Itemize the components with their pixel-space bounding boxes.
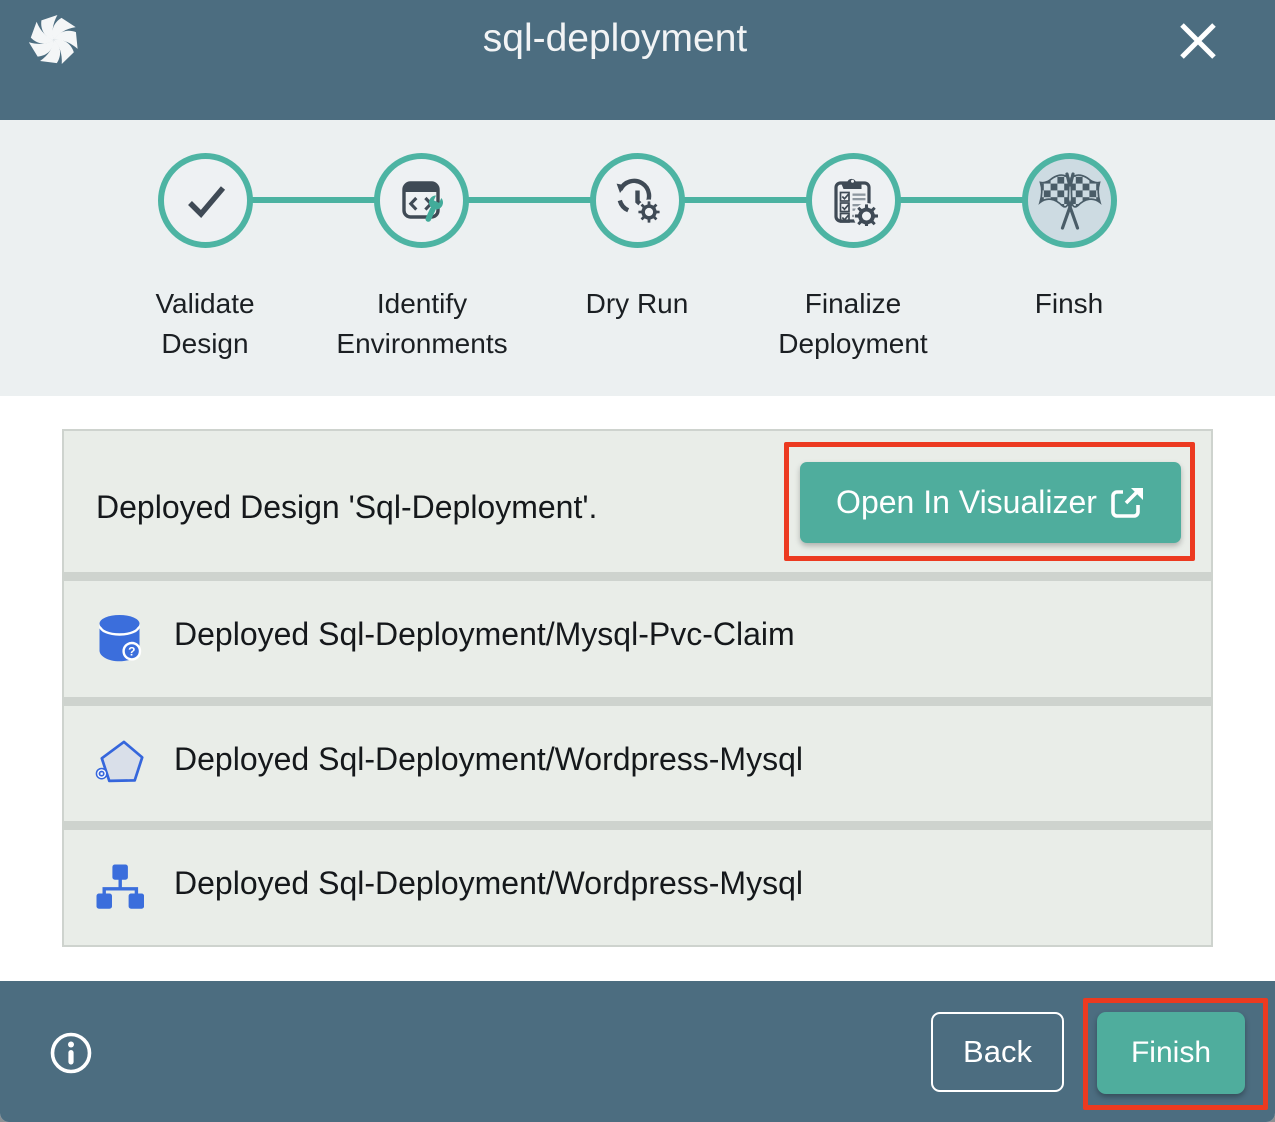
svg-text:?: ? [128, 644, 135, 658]
